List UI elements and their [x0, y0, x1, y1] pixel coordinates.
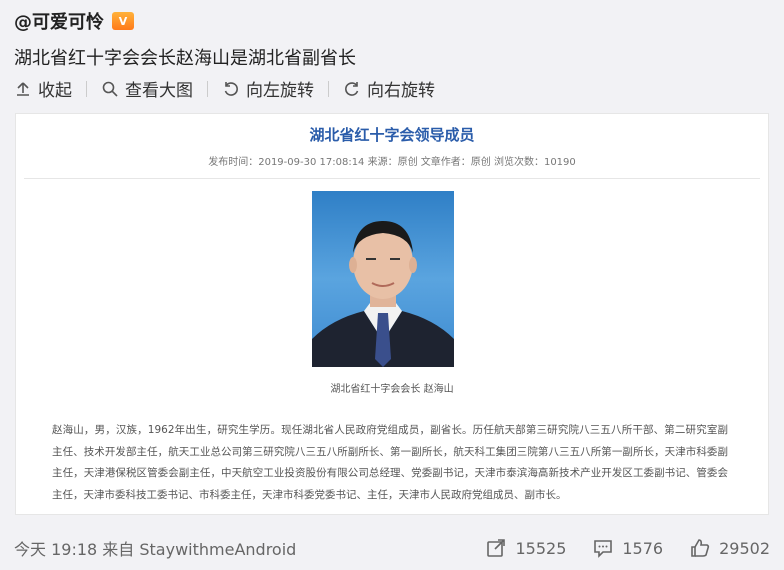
vip-badge-icon: V: [112, 12, 134, 30]
toolbar-divider: [328, 80, 329, 97]
view-large-label: 查看大图: [125, 81, 193, 101]
collapse-label: 收起: [38, 81, 72, 101]
comment-icon: [594, 540, 613, 558]
view-large-button[interactable]: 查看大图: [101, 76, 193, 101]
arrow-up-icon: [17, 81, 29, 96]
post-author[interactable]: @可爱可怜 V: [14, 8, 134, 34]
collapse-button[interactable]: 收起: [14, 76, 72, 101]
portrait-caption: 湖北省红十字会会长 赵海山: [330, 384, 454, 395]
share-icon: [487, 539, 506, 557]
post-time-source: 今天 19:18 来自 StaywithmeAndroid: [14, 540, 297, 559]
repost-count: 15525: [515, 538, 567, 558]
article-meta: 发布时间：2019-09-30 17:08:14 来源：原创 文章作者：原创 浏…: [208, 157, 576, 168]
search-icon: [102, 81, 118, 97]
rotate-left-icon: [224, 81, 238, 96]
biography-text: 赵海山，男，汉族，1962年出生，研究生学历。现任湖北省人民政府党组成员，副省长…: [52, 424, 728, 501]
article-screenshot-image[interactable]: 湖北省红十字会领导成员 发布时间：2019-09-30 17:08:14 来源：…: [15, 113, 769, 515]
username[interactable]: @可爱可怜: [14, 8, 104, 34]
rotate-right-button[interactable]: 向右旋转: [343, 76, 435, 101]
toolbar-divider: [207, 80, 208, 97]
comment-count: 1576: [622, 538, 664, 558]
rotate-right-icon: [345, 81, 359, 96]
portrait-illustration: [312, 221, 454, 367]
comment-button[interactable]: 1576: [592, 537, 663, 559]
post-footer: 今天 19:18 来自 StaywithmeAndroid 15525 1576…: [14, 536, 770, 560]
like-count: 29502: [719, 538, 770, 558]
thumbs-up-icon: [691, 539, 710, 557]
post-text: 湖北省红十字会会长赵海山是湖北省副省长: [14, 48, 356, 69]
image-toolbar: 收起 查看大图 向左旋转 向右旋转: [14, 76, 435, 101]
article-title: 湖北省红十字会领导成员: [309, 126, 475, 144]
rotate-left-button[interactable]: 向左旋转: [222, 76, 314, 101]
article-divider: [24, 178, 760, 179]
toolbar-divider: [86, 80, 87, 97]
repost-button[interactable]: 15525: [485, 537, 566, 559]
rotate-left-label: 向左旋转: [246, 81, 314, 101]
portrait-photo: [312, 191, 454, 367]
like-button[interactable]: 29502: [689, 537, 770, 559]
rotate-right-label: 向右旋转: [367, 81, 435, 101]
